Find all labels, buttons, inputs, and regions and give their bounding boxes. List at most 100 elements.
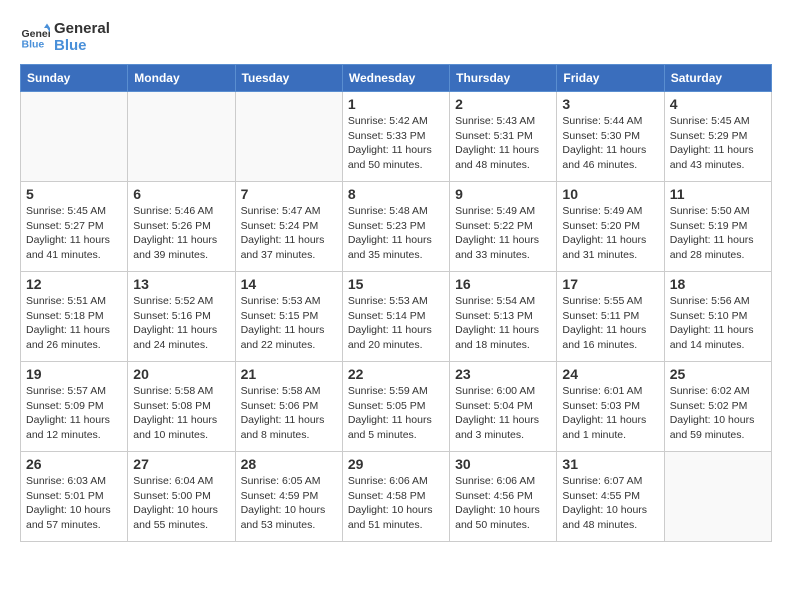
day-number: 20 [133, 366, 229, 382]
day-info: Sunrise: 6:01 AM Sunset: 5:03 PM Dayligh… [562, 384, 658, 443]
calendar-cell: 13 Sunrise: 5:52 AM Sunset: 5:16 PM Dayli… [128, 272, 235, 362]
calendar-cell [21, 92, 128, 182]
calendar-cell: 18 Sunrise: 5:56 AM Sunset: 5:10 PM Dayli… [664, 272, 771, 362]
day-number: 31 [562, 456, 658, 472]
calendar-cell: 7 Sunrise: 5:47 AM Sunset: 5:24 PM Daylig… [235, 182, 342, 272]
calendar-cell: 1Sunrise: 5:42 AM Sunset: 5:33 PM Daylig… [342, 92, 449, 182]
calendar-week-0: 1Sunrise: 5:42 AM Sunset: 5:33 PM Daylig… [21, 92, 772, 182]
day-number: 26 [26, 456, 122, 472]
day-info: Sunrise: 5:49 AM Sunset: 5:22 PM Dayligh… [455, 204, 551, 263]
calendar-cell: 27 Sunrise: 6:04 AM Sunset: 5:00 PM Dayli… [128, 452, 235, 542]
logo-general: General [54, 20, 110, 37]
day-number: 18 [670, 276, 766, 292]
day-info: Sunrise: 5:49 AM Sunset: 5:20 PM Dayligh… [562, 204, 658, 263]
calendar-cell: 31 Sunrise: 6:07 AM Sunset: 4:55 PM Dayli… [557, 452, 664, 542]
day-info: Sunrise: 5:52 AM Sunset: 5:16 PM Dayligh… [133, 294, 229, 353]
day-info: Sunrise: 6:02 AM Sunset: 5:02 PM Dayligh… [670, 384, 766, 443]
day-number: 7 [241, 186, 337, 202]
day-number: 5 [26, 186, 122, 202]
day-info: Sunrise: 5:55 AM Sunset: 5:11 PM Dayligh… [562, 294, 658, 353]
day-info: Sunrise: 6:05 AM Sunset: 4:59 PM Dayligh… [241, 474, 337, 533]
calendar-cell: 26Sunrise: 6:03 AM Sunset: 5:01 PM Dayli… [21, 452, 128, 542]
day-info: Sunrise: 5:44 AM Sunset: 5:30 PM Dayligh… [562, 114, 658, 173]
page-header: General Blue General Blue [20, 20, 772, 54]
day-number: 22 [348, 366, 444, 382]
day-number: 8 [348, 186, 444, 202]
calendar-week-4: 26Sunrise: 6:03 AM Sunset: 5:01 PM Dayli… [21, 452, 772, 542]
calendar-cell: 9 Sunrise: 5:49 AM Sunset: 5:22 PM Daylig… [450, 182, 557, 272]
calendar-cell: 4 Sunrise: 5:45 AM Sunset: 5:29 PM Daylig… [664, 92, 771, 182]
day-info: Sunrise: 5:57 AM Sunset: 5:09 PM Dayligh… [26, 384, 122, 443]
calendar-cell: 14 Sunrise: 5:53 AM Sunset: 5:15 PM Dayli… [235, 272, 342, 362]
day-number: 13 [133, 276, 229, 292]
day-number: 30 [455, 456, 551, 472]
calendar-cell: 28Sunrise: 6:05 AM Sunset: 4:59 PM Dayli… [235, 452, 342, 542]
calendar-week-3: 19 Sunrise: 5:57 AM Sunset: 5:09 PM Dayli… [21, 362, 772, 452]
day-number: 24 [562, 366, 658, 382]
calendar-cell: 19 Sunrise: 5:57 AM Sunset: 5:09 PM Dayli… [21, 362, 128, 452]
calendar-cell: 20 Sunrise: 5:58 AM Sunset: 5:08 PM Dayli… [128, 362, 235, 452]
weekday-header-sunday: Sunday [21, 65, 128, 92]
weekday-header-tuesday: Tuesday [235, 65, 342, 92]
calendar-cell: 6Sunrise: 5:46 AM Sunset: 5:26 PM Daylig… [128, 182, 235, 272]
weekday-header-saturday: Saturday [664, 65, 771, 92]
day-number: 2 [455, 96, 551, 112]
day-info: Sunrise: 5:50 AM Sunset: 5:19 PM Dayligh… [670, 204, 766, 263]
calendar-cell: 29 Sunrise: 6:06 AM Sunset: 4:58 PM Dayli… [342, 452, 449, 542]
day-number: 17 [562, 276, 658, 292]
day-info: Sunrise: 6:07 AM Sunset: 4:55 PM Dayligh… [562, 474, 658, 533]
calendar-cell: 3Sunrise: 5:44 AM Sunset: 5:30 PM Daylig… [557, 92, 664, 182]
calendar-cell: 10Sunrise: 5:49 AM Sunset: 5:20 PM Dayli… [557, 182, 664, 272]
logo: General Blue General Blue [20, 20, 110, 54]
calendar-cell: 23Sunrise: 6:00 AM Sunset: 5:04 PM Dayli… [450, 362, 557, 452]
calendar-week-1: 5 Sunrise: 5:45 AM Sunset: 5:27 PM Daylig… [21, 182, 772, 272]
day-info: Sunrise: 5:53 AM Sunset: 5:15 PM Dayligh… [241, 294, 337, 353]
calendar-cell: 22 Sunrise: 5:59 AM Sunset: 5:05 PM Dayli… [342, 362, 449, 452]
weekday-header-thursday: Thursday [450, 65, 557, 92]
day-info: Sunrise: 5:54 AM Sunset: 5:13 PM Dayligh… [455, 294, 551, 353]
calendar-cell: 21Sunrise: 5:58 AM Sunset: 5:06 PM Dayli… [235, 362, 342, 452]
calendar-table: SundayMondayTuesdayWednesdayThursdayFrid… [20, 64, 772, 542]
day-number: 21 [241, 366, 337, 382]
day-info: Sunrise: 5:51 AM Sunset: 5:18 PM Dayligh… [26, 294, 122, 353]
calendar-cell: 30 Sunrise: 6:06 AM Sunset: 4:56 PM Dayli… [450, 452, 557, 542]
calendar-cell: 25 Sunrise: 6:02 AM Sunset: 5:02 PM Dayli… [664, 362, 771, 452]
day-info: Sunrise: 5:45 AM Sunset: 5:27 PM Dayligh… [26, 204, 122, 263]
weekday-header-friday: Friday [557, 65, 664, 92]
day-info: Sunrise: 5:56 AM Sunset: 5:10 PM Dayligh… [670, 294, 766, 353]
logo-icon: General Blue [20, 22, 50, 52]
calendar-cell: 16Sunrise: 5:54 AM Sunset: 5:13 PM Dayli… [450, 272, 557, 362]
calendar-cell: 15 Sunrise: 5:53 AM Sunset: 5:14 PM Dayli… [342, 272, 449, 362]
day-info: Sunrise: 5:59 AM Sunset: 5:05 PM Dayligh… [348, 384, 444, 443]
day-number: 27 [133, 456, 229, 472]
day-number: 19 [26, 366, 122, 382]
day-info: Sunrise: 5:47 AM Sunset: 5:24 PM Dayligh… [241, 204, 337, 263]
day-number: 9 [455, 186, 551, 202]
day-info: Sunrise: 6:06 AM Sunset: 4:58 PM Dayligh… [348, 474, 444, 533]
calendar-cell: 5 Sunrise: 5:45 AM Sunset: 5:27 PM Daylig… [21, 182, 128, 272]
day-info: Sunrise: 5:45 AM Sunset: 5:29 PM Dayligh… [670, 114, 766, 173]
day-info: Sunrise: 6:06 AM Sunset: 4:56 PM Dayligh… [455, 474, 551, 533]
day-number: 15 [348, 276, 444, 292]
day-number: 25 [670, 366, 766, 382]
logo-blue: Blue [54, 37, 110, 54]
day-info: Sunrise: 6:04 AM Sunset: 5:00 PM Dayligh… [133, 474, 229, 533]
day-number: 23 [455, 366, 551, 382]
day-info: Sunrise: 5:58 AM Sunset: 5:08 PM Dayligh… [133, 384, 229, 443]
day-number: 29 [348, 456, 444, 472]
calendar-cell [664, 452, 771, 542]
calendar-cell: 11Sunrise: 5:50 AM Sunset: 5:19 PM Dayli… [664, 182, 771, 272]
day-number: 6 [133, 186, 229, 202]
weekday-header-monday: Monday [128, 65, 235, 92]
calendar-cell: 8Sunrise: 5:48 AM Sunset: 5:23 PM Daylig… [342, 182, 449, 272]
day-number: 14 [241, 276, 337, 292]
calendar-cell [235, 92, 342, 182]
calendar-cell: 17 Sunrise: 5:55 AM Sunset: 5:11 PM Dayli… [557, 272, 664, 362]
day-number: 4 [670, 96, 766, 112]
calendar-cell: 2Sunrise: 5:43 AM Sunset: 5:31 PM Daylig… [450, 92, 557, 182]
day-info: Sunrise: 5:53 AM Sunset: 5:14 PM Dayligh… [348, 294, 444, 353]
day-number: 1 [348, 96, 444, 112]
day-number: 12 [26, 276, 122, 292]
svg-text:Blue: Blue [22, 39, 45, 51]
weekday-header-row: SundayMondayTuesdayWednesdayThursdayFrid… [21, 65, 772, 92]
